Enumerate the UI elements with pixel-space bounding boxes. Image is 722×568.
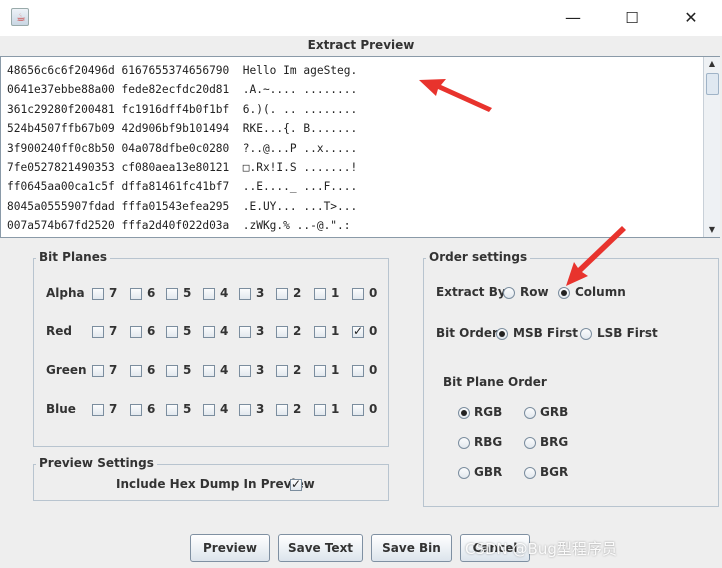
annotation-arrows [419, 79, 626, 286]
red-arrow-icon [566, 226, 626, 286]
red-arrow-icon [419, 79, 492, 112]
watermark: CSDN @Bug型程序员 [465, 540, 617, 558]
